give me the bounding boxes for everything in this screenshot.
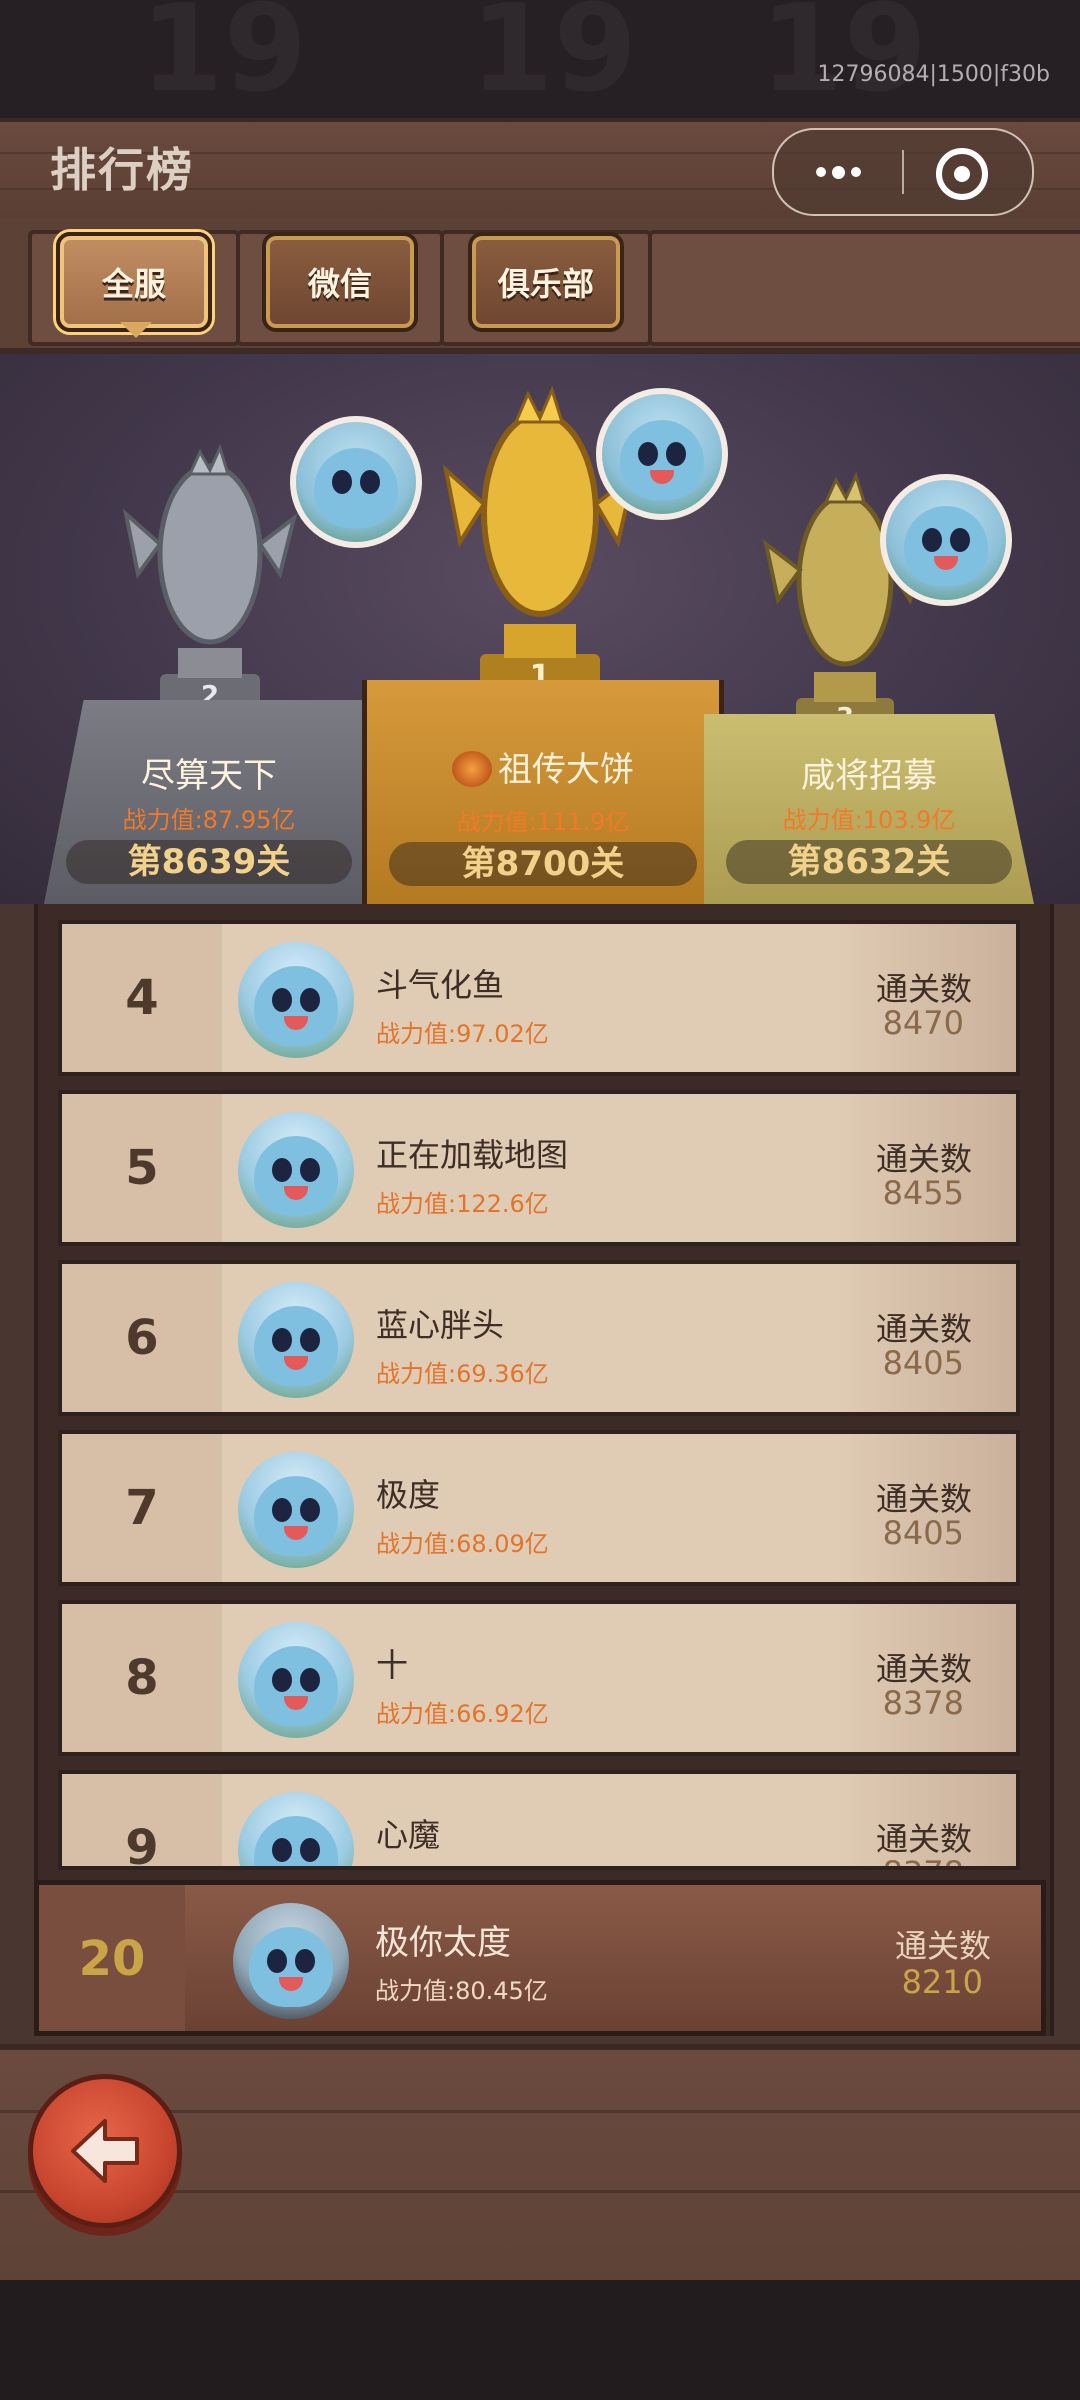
miniapp-capsule (772, 128, 1034, 216)
avatar[interactable] (238, 1622, 354, 1738)
rank-number: 7 (125, 1480, 159, 1536)
player-name: 蓝心胖头 (376, 1306, 505, 1344)
my-clear-count-value: 8210 (901, 1963, 983, 2001)
list-item[interactable]: 5 正在加载地图 战力值:122.6亿 通关数 8455 (58, 1090, 1020, 1246)
player-name: 正在加载地图 (376, 1136, 569, 1174)
avatar[interactable] (238, 942, 354, 1058)
tab-bar: 全服 微信 俱乐部 (0, 218, 1080, 354)
clear-count-value: 8405 (882, 1514, 964, 1552)
my-rank-number: 20 (78, 1931, 146, 1987)
clear-count-value: 8405 (882, 1344, 964, 1382)
back-arrow-icon (71, 2119, 139, 2183)
podium-power-2: 战力值:87.95亿 (122, 806, 296, 834)
list-item[interactable]: 8 十 战力值:66.92亿 通关数 8378 (58, 1600, 1020, 1756)
clear-count-value: 8378 (883, 1854, 964, 1866)
podium-area: 2 1 3 尽算天下 战力值:87.95亿 第8639关 (0, 354, 1080, 904)
tab-club[interactable]: 俱乐部 (468, 232, 624, 332)
list-item[interactable]: 7 极度 战力值:68.09亿 通关数 8405 (58, 1430, 1020, 1586)
player-power: 战力值:68.09亿 (376, 1530, 549, 1558)
my-rank-row[interactable]: 20 极你太度 战力值:80.45亿 通关数 8210 (34, 1880, 1046, 2036)
podium-stage-1: 第8700关 (389, 842, 697, 886)
podium-name-2: 尽算天下 (141, 756, 277, 796)
clear-count-value: 8470 (882, 1004, 964, 1042)
clear-count-value: 8378 (882, 1684, 964, 1722)
list-item[interactable]: 9 心魔 通关数 8378 (58, 1770, 1020, 1870)
target-circle-icon[interactable] (936, 148, 988, 200)
avatar[interactable] (238, 1452, 354, 1568)
player-power: 战力值:122.6亿 (376, 1190, 549, 1218)
player-name: 斗气化鱼 (376, 966, 505, 1004)
list-item[interactable]: 6 蓝心胖头 战力值:69.36亿 通关数 8405 (58, 1260, 1020, 1416)
rank-number: 9 (125, 1820, 159, 1870)
podium-block-3: 咸将招募 战力值:103.9亿 第8632关 (704, 714, 1034, 904)
page-title: 排行榜 (50, 143, 194, 197)
clear-count-value: 8455 (882, 1174, 964, 1212)
avatar[interactable] (238, 1792, 354, 1866)
player-power: 战力值:69.36亿 (376, 1360, 549, 1388)
player-power: 战力值:97.02亿 (376, 1020, 549, 1048)
podium-name-3: 咸将招募 (801, 756, 937, 796)
my-name: 极你太度 (375, 1923, 511, 1963)
player-power: 战力值:66.92亿 (376, 1700, 549, 1728)
podium-power-3: 战力值:103.9亿 (782, 806, 956, 834)
podium-power-1: 战力值:111.9亿 (456, 808, 630, 836)
bottom-strip (0, 2280, 1080, 2400)
silver-fish-trophy-icon: 2 (122, 443, 298, 714)
capsule-divider (902, 150, 904, 194)
tab-wechat[interactable]: 微信 (262, 232, 418, 332)
rank-number: 6 (125, 1310, 159, 1366)
podium-stage-2: 第8639关 (66, 840, 352, 884)
podium-avatar-2[interactable] (290, 416, 422, 548)
podium-avatar-3[interactable] (880, 474, 1012, 606)
tab-slot-empty (648, 230, 1080, 346)
more-dots-icon[interactable] (774, 130, 902, 214)
rank-number: 8 (125, 1650, 159, 1706)
podium-block-2: 尽算天下 战力值:87.95亿 第8639关 (44, 700, 374, 904)
player-name: 十 (376, 1646, 409, 1684)
back-button[interactable] (28, 2074, 182, 2228)
my-clear-count-label: 通关数 (894, 1927, 991, 1965)
rank-number: 4 (125, 970, 159, 1026)
build-id: 12796084|1500|f30b (817, 62, 1051, 87)
podium-block-1: 祖传大饼 战力值:111.9亿 第8700关 (362, 680, 724, 904)
background-decoration: 19 19 19 (140, 0, 927, 119)
tab-pointer-icon (120, 322, 152, 338)
club-crest-icon (452, 751, 492, 787)
player-name: 极度 (376, 1476, 441, 1514)
podium-avatar-1[interactable] (596, 388, 728, 520)
avatar[interactable] (238, 1282, 354, 1398)
avatar[interactable] (238, 1112, 354, 1228)
rank-number: 5 (125, 1140, 159, 1196)
tab-all-server[interactable]: 全服 (56, 232, 212, 332)
podium-name-1: 祖传大饼 (498, 750, 634, 790)
my-avatar[interactable] (233, 1903, 349, 2019)
top-bar: 19 19 19 12796084|1500|f30b (0, 0, 1080, 120)
list-item[interactable]: 4 斗气化鱼 战力值:97.02亿 通关数 8470 (58, 920, 1020, 1076)
player-name: 心魔 (376, 1816, 441, 1854)
podium-stage-3: 第8632关 (726, 840, 1012, 884)
podium-name-1-wrap: 祖传大饼 (367, 742, 719, 791)
my-power: 战力值:80.45亿 (375, 1977, 548, 2005)
